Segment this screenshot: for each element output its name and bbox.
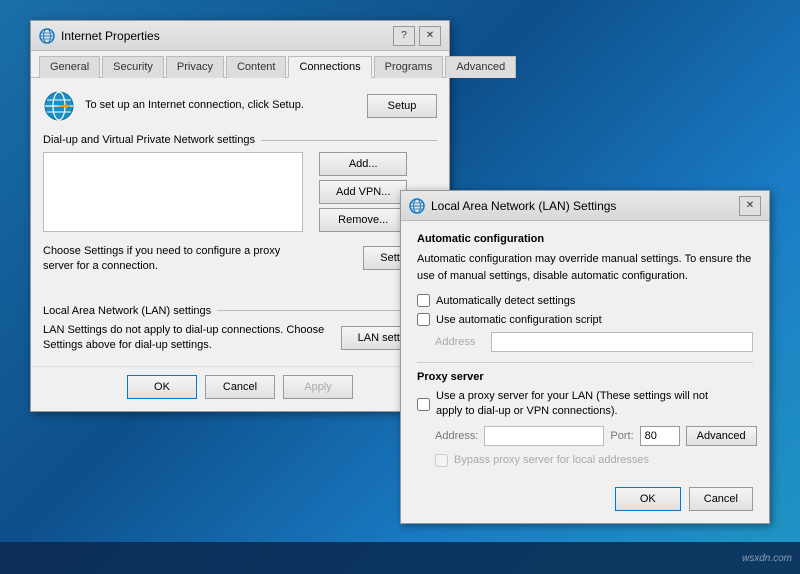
lan-section: Local Area Network (LAN) settings LAN Se… bbox=[43, 305, 437, 354]
dialup-list[interactable] bbox=[43, 152, 303, 232]
script-address-label: Address bbox=[435, 336, 485, 348]
lan-section-header: Local Area Network (LAN) settings bbox=[43, 305, 437, 317]
taskbar: wsxdn.com bbox=[0, 542, 800, 574]
setup-row: To set up an Internet connection, click … bbox=[43, 90, 437, 122]
lan-dialog-content: Automatic configuration Automatic config… bbox=[401, 221, 769, 479]
proxy-section-title: Proxy server bbox=[417, 371, 484, 383]
dialup-buttons: Add... Add VPN... Remove... bbox=[319, 152, 407, 236]
help-button[interactable]: ? bbox=[393, 26, 415, 46]
taskbar-watermark: wsxdn.com bbox=[742, 553, 792, 564]
lan-cancel-button[interactable]: Cancel bbox=[689, 487, 753, 511]
tab-bar: General Security Privacy Content Connect… bbox=[31, 51, 449, 78]
lan-dialog-footer: OK Cancel bbox=[401, 479, 769, 523]
script-address-input[interactable] bbox=[491, 332, 753, 352]
cancel-button[interactable]: Cancel bbox=[205, 375, 275, 399]
use-proxy-checkbox[interactable] bbox=[417, 398, 430, 411]
setup-button[interactable]: Setup bbox=[367, 94, 437, 118]
close-button[interactable]: ✕ bbox=[419, 26, 441, 46]
setup-text: To set up an Internet connection, click … bbox=[85, 98, 357, 113]
lan-text: LAN Settings do not apply to dial-up con… bbox=[43, 323, 333, 354]
proxy-address-row: Address: Port: Advanced bbox=[435, 426, 753, 446]
tab-programs[interactable]: Programs bbox=[374, 56, 444, 78]
dialup-section-header: Dial-up and Virtual Private Network sett… bbox=[43, 134, 437, 146]
proxy-addr-input[interactable] bbox=[484, 426, 604, 446]
auto-script-label: Use automatic configuration script bbox=[436, 314, 602, 326]
tab-content[interactable]: Content bbox=[226, 56, 287, 78]
divider bbox=[417, 362, 753, 363]
tab-privacy[interactable]: Privacy bbox=[166, 56, 224, 78]
internet-props-footer: OK Cancel Apply bbox=[31, 366, 449, 411]
remove-button[interactable]: Remove... bbox=[319, 208, 407, 232]
use-proxy-label: Use a proxy server for your LAN (These s… bbox=[436, 389, 736, 420]
tab-security[interactable]: Security bbox=[102, 56, 164, 78]
auto-detect-label: Automatically detect settings bbox=[436, 295, 575, 307]
proxy-section-header: Proxy server bbox=[417, 371, 753, 383]
internet-props-dialog: Internet Properties ? ✕ General Security… bbox=[30, 20, 450, 412]
lan-titlebar: Local Area Network (LAN) Settings ✕ bbox=[401, 191, 769, 221]
tab-connections[interactable]: Connections bbox=[288, 56, 371, 78]
apply-button[interactable]: Apply bbox=[283, 375, 353, 399]
auto-detect-checkbox[interactable] bbox=[417, 294, 430, 307]
auto-config-header: Automatic configuration bbox=[417, 233, 753, 245]
internet-props-title: Internet Properties bbox=[61, 29, 160, 43]
titlebar-left: Internet Properties bbox=[39, 28, 160, 44]
ok-button[interactable]: OK bbox=[127, 375, 197, 399]
bypass-proxy-checkbox[interactable] bbox=[435, 454, 448, 467]
port-label: Port: bbox=[610, 430, 633, 442]
tab-general[interactable]: General bbox=[39, 56, 100, 78]
lan-settings-dialog: Local Area Network (LAN) Settings ✕ Auto… bbox=[400, 190, 770, 524]
globe-icon bbox=[39, 28, 55, 44]
bypass-row: Bypass proxy server for local addresses bbox=[435, 454, 753, 467]
settings-note: Choose Settings if you need to configure… bbox=[43, 244, 303, 275]
auto-config-desc: Automatic configuration may override man… bbox=[417, 251, 753, 284]
add-vpn-button[interactable]: Add VPN... bbox=[319, 180, 407, 204]
internet-icon bbox=[43, 90, 75, 122]
auto-config-title: Automatic configuration bbox=[417, 233, 544, 245]
lan-titlebar-left: Local Area Network (LAN) Settings bbox=[409, 198, 616, 214]
proxy-checkbox-row: Use a proxy server for your LAN (These s… bbox=[417, 389, 753, 420]
lan-titlebar-controls: ✕ bbox=[739, 196, 761, 216]
auto-detect-row: Automatically detect settings bbox=[417, 294, 753, 307]
connections-content: To set up an Internet connection, click … bbox=[31, 78, 449, 366]
proxy-addr-label: Address: bbox=[435, 430, 478, 442]
proxy-advanced-button[interactable]: Advanced bbox=[686, 426, 757, 446]
tab-advanced[interactable]: Advanced bbox=[445, 56, 516, 78]
script-address-row: Address bbox=[435, 332, 753, 352]
titlebar-controls: ? ✕ bbox=[393, 26, 441, 46]
auto-script-checkbox[interactable] bbox=[417, 313, 430, 326]
bypass-proxy-label: Bypass proxy server for local addresses bbox=[454, 454, 649, 466]
auto-script-row: Use automatic configuration script bbox=[417, 313, 753, 326]
lan-close-button[interactable]: ✕ bbox=[739, 196, 761, 216]
internet-props-titlebar: Internet Properties ? ✕ bbox=[31, 21, 449, 51]
port-input[interactable] bbox=[640, 426, 680, 446]
lan-row: LAN Settings do not apply to dial-up con… bbox=[43, 323, 437, 354]
dialup-row: Add... Add VPN... Remove... bbox=[43, 152, 437, 236]
lan-dialog-title: Local Area Network (LAN) Settings bbox=[431, 199, 616, 213]
lan-globe-icon bbox=[409, 198, 425, 214]
lan-ok-button[interactable]: OK bbox=[615, 487, 681, 511]
add-button[interactable]: Add... bbox=[319, 152, 407, 176]
